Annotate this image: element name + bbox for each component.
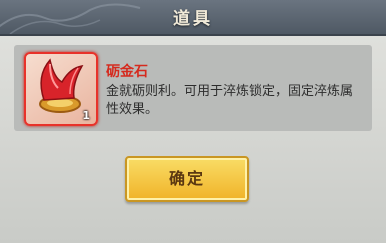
confirm-button-label: 确定	[168, 169, 205, 188]
dialog-title: 道具	[173, 9, 213, 29]
item-description: 金就砺则利。可用于淬炼锁定，固定淬炼属性效果。	[106, 84, 354, 117]
item-slot[interactable]: 1	[24, 52, 98, 126]
confirm-button[interactable]: 确定	[125, 156, 249, 202]
item-count: 1	[82, 109, 90, 122]
item-name: 砺金石	[106, 64, 148, 80]
title-bar: 道具	[0, 0, 386, 36]
item-dialog: 道具 1 砺金石 金就砺则利。可用于淬炼锁定，固定淬炼属性效果。 确定	[0, 0, 386, 243]
